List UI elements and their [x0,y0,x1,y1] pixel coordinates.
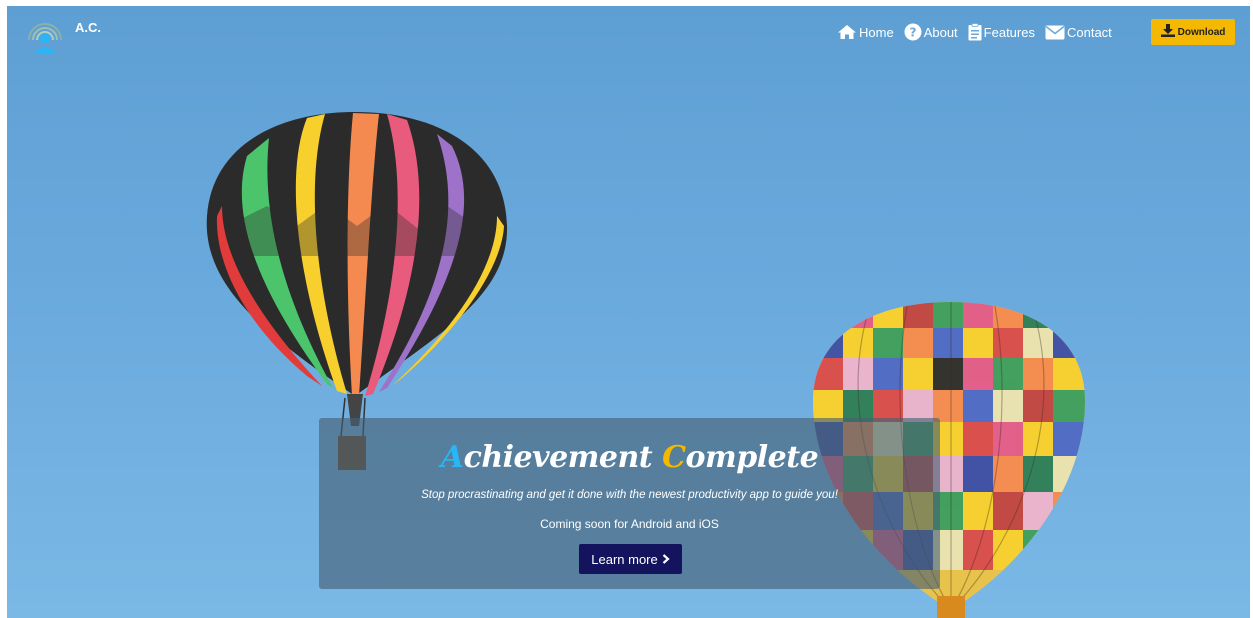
learn-more-button[interactable]: Learn more [579,544,682,574]
nav-item-label: Home [859,24,894,40]
nav-item-about[interactable]: ? About [904,23,958,41]
availability-text: Coming soon for Android and iOS [540,517,719,531]
title-initial-a: A [440,440,464,475]
question-circle-icon: ? [904,23,922,41]
home-icon [837,24,857,40]
download-button[interactable]: Download [1151,19,1235,45]
nav-menu: Home ? About Features Contact [837,23,1112,41]
hero-tagline: Stop procrastinating and get it done wit… [421,489,838,501]
nav-item-contact[interactable]: Contact [1045,25,1112,40]
title-word-2: omplete [685,440,819,475]
clipboard-icon [968,23,982,41]
nav-item-home[interactable]: Home [837,24,894,40]
download-icon [1160,24,1175,40]
person-signal-logo-icon [25,14,65,54]
nav-item-features[interactable]: Features [968,23,1035,41]
chevron-right-icon [662,552,670,567]
learn-more-label: Learn more [591,551,658,567]
nav-item-label: Features [983,24,1035,40]
brand-name: A.C. [75,19,101,35]
title-word-1: chievement [463,440,653,475]
svg-text:?: ? [909,26,916,40]
left-balloon-image [206,112,508,470]
title-initial-c: C [662,440,686,475]
hero-panel: Achievement Complete Stop procrastinatin… [319,418,940,589]
download-label: Download [1177,26,1226,38]
top-navbar: A.C. Home ? About Features Contact Downl… [7,6,1250,58]
nav-item-label: About [923,24,958,40]
envelope-icon [1045,25,1065,40]
hero-title: Achievement Complete [319,440,940,475]
brand[interactable]: A.C. [25,14,101,54]
hero-section: A.C. Home ? About Features Contact Downl… [7,6,1250,618]
nav-item-label: Contact [1066,24,1112,40]
